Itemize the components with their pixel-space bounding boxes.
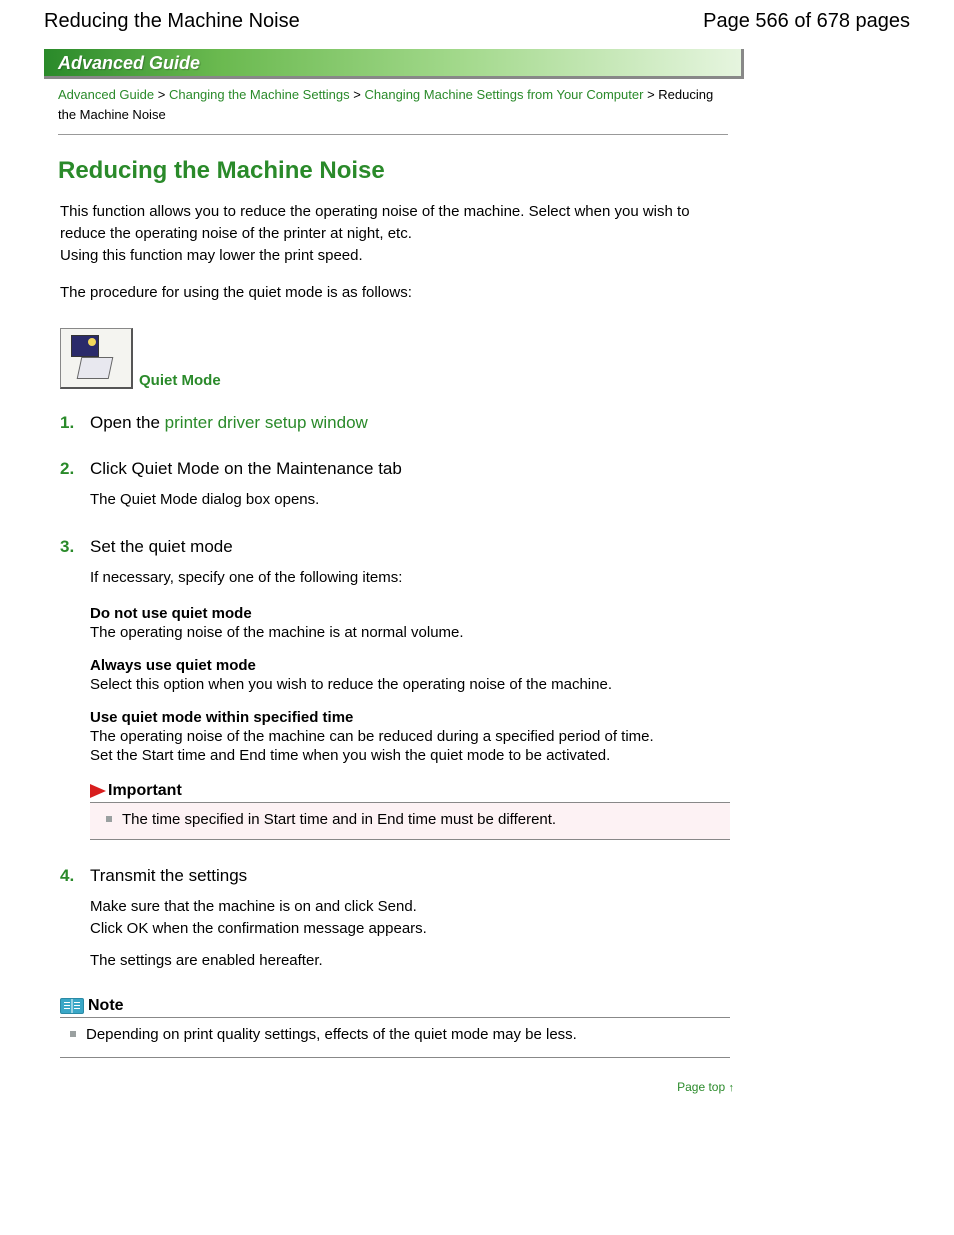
quiet-mode-label: Quiet Mode (139, 372, 221, 389)
step-4: Transmit the settings Make sure that the… (60, 866, 730, 971)
step-3-title: Set the quiet mode (90, 537, 233, 556)
intro-line2: Using this function may lower the print … (60, 247, 363, 264)
breadcrumb-link-from-computer[interactable]: Changing Machine Settings from Your Comp… (365, 87, 644, 102)
breadcrumb-link-advanced-guide[interactable]: Advanced Guide (58, 87, 154, 102)
printer-icon (77, 357, 114, 379)
page-title: Reducing the Machine Noise (58, 157, 954, 185)
step-1: Open the printer driver setup window (60, 413, 730, 433)
intro-text: This function allows you to reduce the o… (60, 201, 720, 304)
page-top-link[interactable]: Page top ↑ (677, 1080, 734, 1094)
page-header: Reducing the Machine Noise Page 566 of 6… (0, 0, 954, 41)
option-3-title: Use quiet mode within specified time (90, 709, 730, 726)
moon-icon (71, 335, 99, 357)
step-4-title: Transmit the settings (90, 866, 247, 885)
step-3: Set the quiet mode If necessary, specify… (60, 537, 730, 840)
section-banner: Advanced Guide (44, 49, 744, 79)
step-3-body: If necessary, specify one of the followi… (90, 567, 730, 589)
step-4-body2: Click OK when the confirmation message a… (90, 920, 427, 937)
important-callout: Important The time specified in Start ti… (90, 782, 730, 841)
doc-title: Reducing the Machine Noise (44, 10, 300, 33)
important-item: The time specified in Start time and in … (96, 809, 724, 832)
flag-icon (90, 784, 106, 798)
note-heading: Note (88, 997, 124, 1015)
step-2: Click Quiet Mode on the Maintenance tab … (60, 459, 730, 511)
step-1-title-pre: Open the (90, 413, 165, 432)
option-3-desc: The operating noise of the machine can b… (90, 728, 730, 745)
breadcrumb-sep: > (647, 87, 658, 102)
breadcrumb-link-changing-settings[interactable]: Changing the Machine Settings (169, 87, 350, 102)
option-3-desc2: Set the Start time and End time when you… (90, 747, 730, 764)
option-1-desc: The operating noise of the machine is at… (90, 624, 730, 641)
step-4-body3: The settings are enabled hereafter. (90, 950, 730, 972)
breadcrumb: Advanced Guide > Changing the Machine Se… (58, 85, 728, 135)
step-4-body1: Make sure that the machine is on and cli… (90, 898, 417, 915)
book-icon (60, 998, 84, 1014)
printer-driver-setup-link[interactable]: printer driver setup window (165, 413, 368, 432)
option-2-title: Always use quiet mode (90, 657, 730, 674)
quiet-mode-icon (60, 328, 133, 389)
note-callout: Note Depending on print quality settings… (60, 997, 730, 1058)
page-indicator: Page 566 of 678 pages (703, 10, 910, 33)
steps-list: Open the printer driver setup window Cli… (60, 413, 730, 971)
breadcrumb-sep: > (353, 87, 364, 102)
important-heading: Important (108, 782, 182, 800)
page-top-label: Page top (677, 1080, 725, 1094)
intro-line1: This function allows you to reduce the o… (60, 203, 690, 242)
up-arrow-icon: ↑ (729, 1082, 735, 1094)
step-2-title: Click Quiet Mode on the Maintenance tab (90, 459, 402, 478)
note-item: Depending on print quality settings, eff… (60, 1024, 730, 1047)
intro-line3: The procedure for using the quiet mode i… (60, 282, 720, 304)
option-2-desc: Select this option when you wish to redu… (90, 676, 730, 693)
option-1-title: Do not use quiet mode (90, 605, 730, 622)
breadcrumb-sep: > (158, 87, 169, 102)
quiet-mode-icon-row: Quiet Mode (60, 328, 954, 389)
step-2-body: The Quiet Mode dialog box opens. (90, 489, 730, 511)
